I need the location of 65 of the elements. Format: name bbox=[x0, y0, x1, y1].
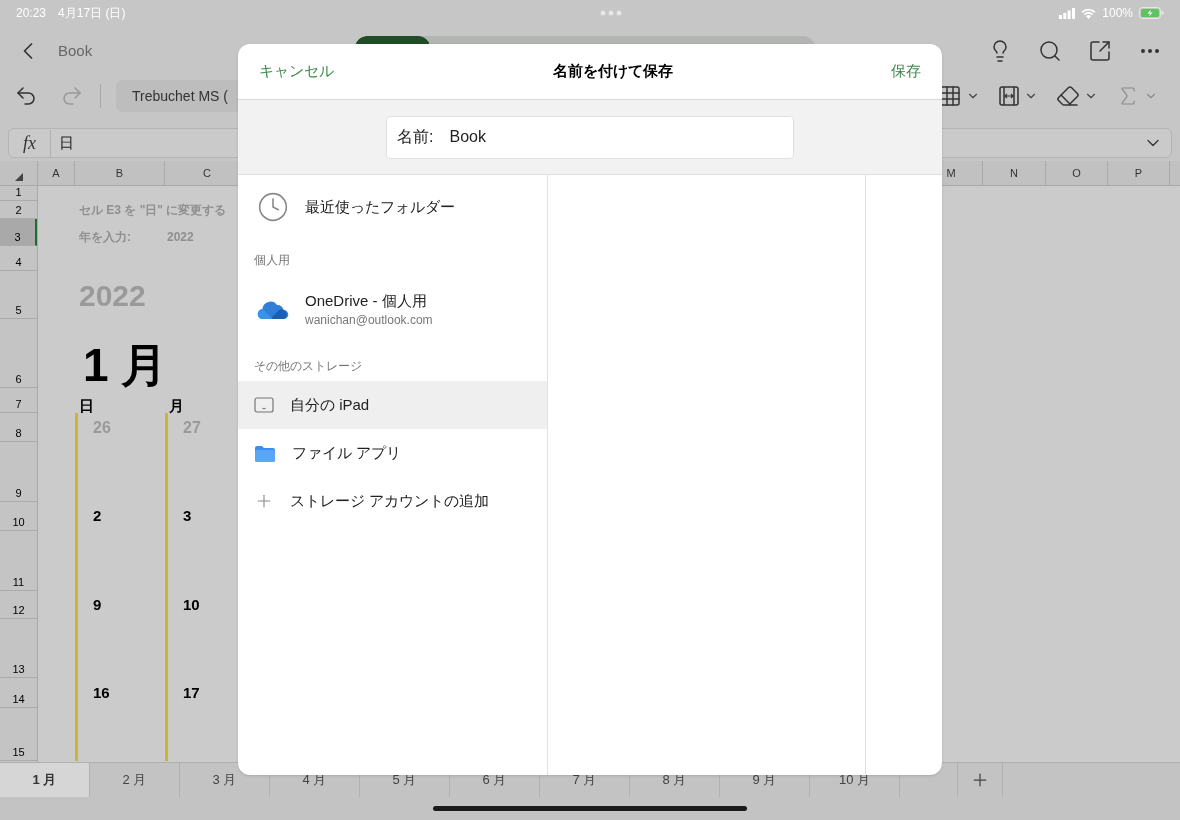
column-header[interactable]: N bbox=[983, 161, 1046, 185]
column-header[interactable]: B bbox=[75, 161, 165, 185]
row-header[interactable]: 8 bbox=[0, 413, 37, 442]
cell-text: 3 bbox=[182, 506, 193, 527]
cell-text: 16 bbox=[92, 682, 111, 703]
cell-text: 10 bbox=[182, 594, 201, 615]
row-header[interactable]: 7 bbox=[0, 388, 37, 413]
item-label: ファイル アプリ bbox=[292, 442, 402, 463]
account-email: wanichan@outlook.com bbox=[305, 312, 433, 329]
formula-value: 日 bbox=[59, 132, 74, 153]
row-header[interactable]: 5 bbox=[0, 271, 37, 319]
row-header[interactable]: 4 bbox=[0, 246, 37, 271]
clock-icon bbox=[257, 191, 289, 223]
search-icon[interactable] bbox=[1038, 39, 1062, 63]
save-link[interactable]: 保存 bbox=[891, 60, 921, 83]
row-header[interactable]: 6 bbox=[0, 319, 37, 388]
cloud-icon bbox=[257, 300, 289, 320]
item-label: 自分の iPad bbox=[290, 394, 370, 415]
eraser-icon[interactable] bbox=[1056, 84, 1080, 108]
battery-icon bbox=[1139, 7, 1164, 19]
cell-text: 日 bbox=[78, 398, 95, 413]
row-header[interactable]: 10 bbox=[0, 502, 37, 531]
row-header[interactable]: 11 bbox=[0, 531, 37, 591]
cell-text: 17 bbox=[182, 682, 201, 703]
column-width-icon[interactable] bbox=[998, 85, 1020, 107]
cancel-link[interactable]: キャンセル bbox=[259, 60, 334, 83]
row-header[interactable]: 14 bbox=[0, 678, 37, 708]
wifi-icon bbox=[1081, 7, 1097, 19]
cell-text: 1 月 bbox=[82, 342, 169, 388]
field-label: 名前: bbox=[397, 127, 434, 147]
item-label: 最近使ったフォルダー bbox=[305, 196, 455, 217]
cell-text: 2022 bbox=[166, 229, 195, 246]
section-header: 個人用 bbox=[254, 252, 290, 269]
multitask-dots-icon bbox=[600, 10, 623, 16]
column-header[interactable]: P bbox=[1108, 161, 1170, 185]
folder-icon bbox=[254, 444, 276, 462]
item-label: ストレージ アカウントの追加 bbox=[290, 490, 490, 511]
item-label: OneDrive - 個人用 bbox=[305, 291, 428, 311]
cell-text: セル E3 を "日" に変更する bbox=[78, 202, 227, 219]
sheet-tab[interactable]: 1 月 bbox=[0, 763, 90, 797]
row-header[interactable]: 12 bbox=[0, 591, 37, 619]
row-header[interactable]: 15 bbox=[0, 708, 37, 761]
cell-text: 9 bbox=[92, 594, 103, 615]
share-icon[interactable] bbox=[1088, 39, 1112, 63]
row-header[interactable]: 9 bbox=[0, 442, 37, 502]
row-header[interactable]: 13 bbox=[0, 619, 37, 678]
battery-percent: 100% bbox=[1102, 5, 1133, 22]
undo-icon[interactable] bbox=[14, 84, 38, 108]
row-header[interactable]: 1 bbox=[0, 186, 37, 201]
storage-item[interactable]: 自分の iPad bbox=[238, 381, 547, 429]
status-time: 20:23 bbox=[16, 5, 47, 22]
dialog-title: 名前を付けて保存 bbox=[551, 61, 674, 82]
row-header[interactable]: 3 bbox=[0, 219, 37, 246]
cell-text: 月 bbox=[168, 398, 185, 413]
cell-text: 2 bbox=[92, 506, 103, 527]
document-title: Book bbox=[58, 40, 93, 61]
tablet-icon bbox=[254, 397, 274, 413]
column-header[interactable]: O bbox=[1046, 161, 1108, 185]
cell-text: 年を入力: bbox=[78, 229, 131, 246]
select-all-icon[interactable] bbox=[14, 173, 23, 181]
field-value: Book bbox=[449, 127, 486, 147]
column-header[interactable]: A bbox=[38, 161, 75, 185]
name-field[interactable]: 名前: Book bbox=[386, 115, 794, 159]
section-header: その他のストレージ bbox=[254, 358, 362, 375]
signal-icon bbox=[1059, 7, 1076, 19]
